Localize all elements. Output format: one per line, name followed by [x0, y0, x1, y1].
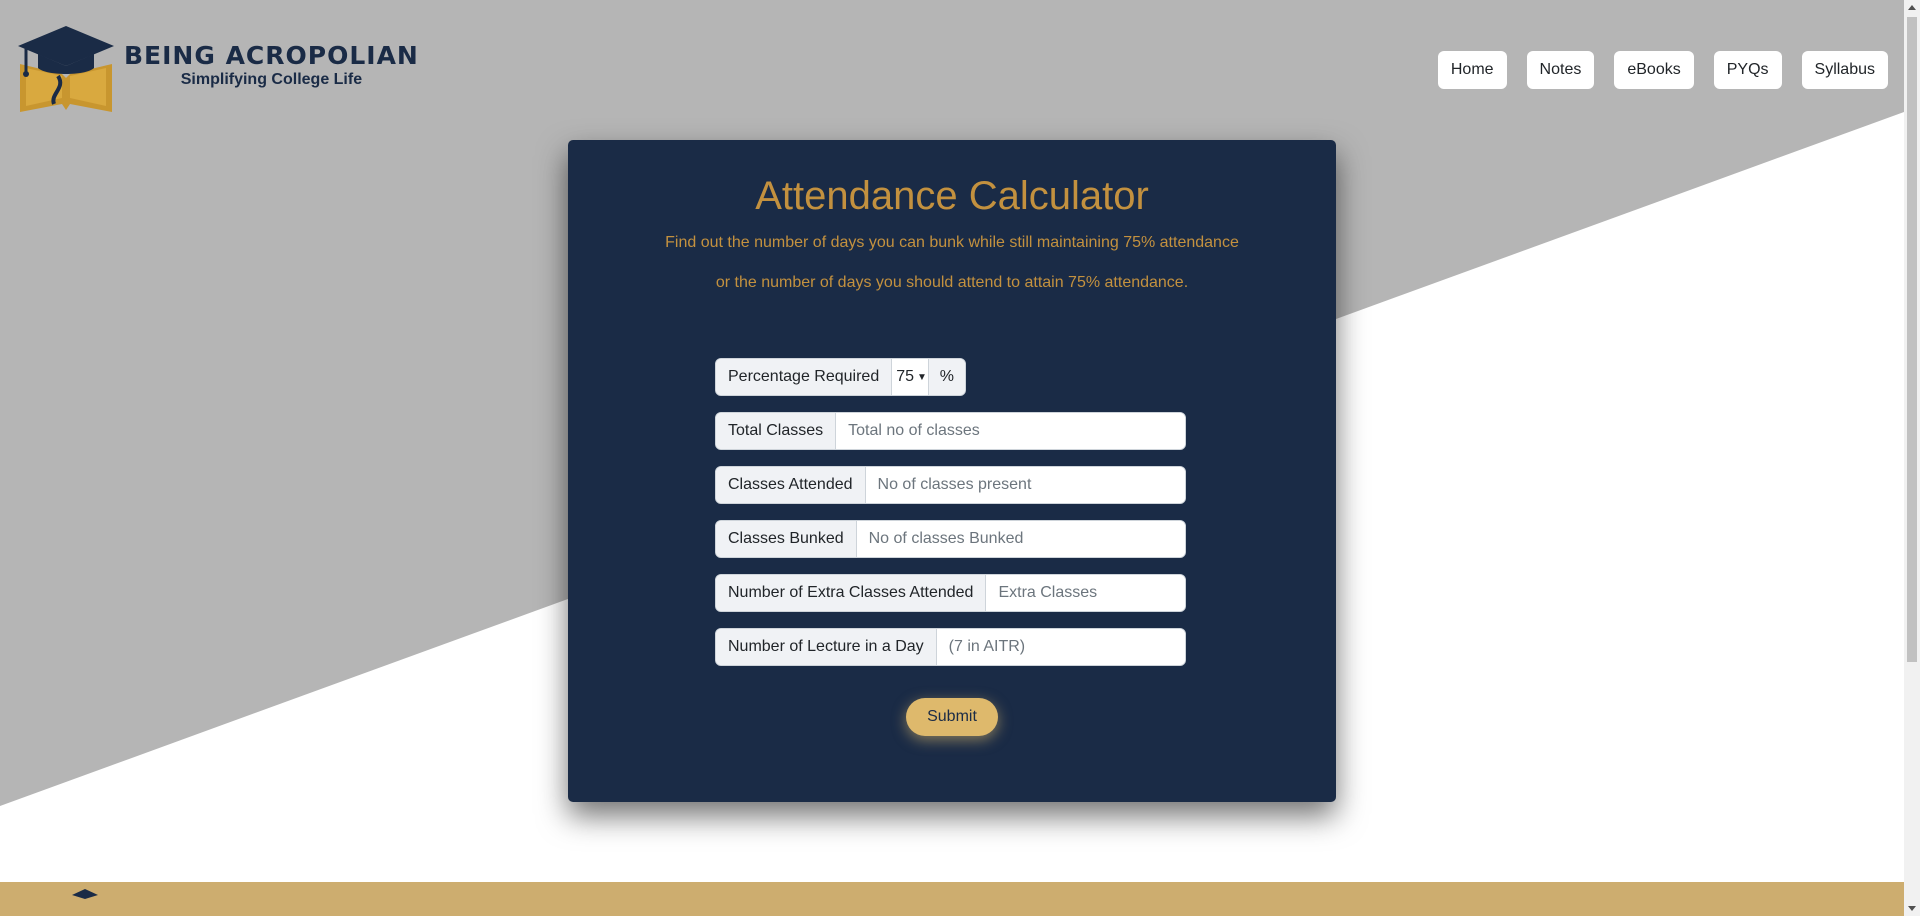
- footer-logo-icon: [72, 889, 98, 899]
- classes-bunked-input[interactable]: [856, 521, 1185, 557]
- calculator-title: Attendance Calculator: [755, 174, 1149, 218]
- chevron-down-icon: ▼: [917, 371, 927, 383]
- footer: [0, 882, 1904, 916]
- classes-attended-input[interactable]: [865, 467, 1185, 503]
- classes-attended-label: Classes Attended: [716, 467, 866, 503]
- nav-pyqs-button[interactable]: PYQs: [1713, 51, 1782, 89]
- submit-button[interactable]: Submit: [906, 698, 998, 736]
- attendance-calculator-card: Attendance Calculator Find out the numbe…: [568, 140, 1336, 802]
- classes-bunked-group: Classes Bunked: [715, 520, 1186, 558]
- nav-syllabus-button[interactable]: Syllabus: [1801, 51, 1888, 89]
- scroll-up-arrow-icon[interactable]: [1908, 5, 1916, 10]
- lectures-per-day-label: Number of Lecture in a Day: [716, 629, 937, 665]
- percentage-select[interactable]: 75 ▼: [892, 359, 929, 395]
- lectures-per-day-group: Number of Lecture in a Day: [715, 628, 1186, 666]
- lectures-per-day-input[interactable]: [936, 629, 1185, 665]
- classes-bunked-label: Classes Bunked: [716, 521, 857, 557]
- classes-attended-group: Classes Attended: [715, 466, 1186, 504]
- brand-logo[interactable]: BEING ACROPOLIAN Simplifying College Lif…: [16, 24, 419, 116]
- graduation-cap-book-icon: [18, 26, 114, 112]
- extra-classes-group: Number of Extra Classes Attended: [715, 574, 1186, 612]
- extra-classes-label: Number of Extra Classes Attended: [716, 575, 987, 611]
- percentage-required-group: Percentage Required 75 ▼ %: [715, 358, 966, 396]
- percentage-required-label: Percentage Required: [716, 359, 893, 395]
- scroll-down-arrow-icon[interactable]: [1908, 906, 1916, 911]
- total-classes-label: Total Classes: [716, 413, 837, 449]
- nav-home-button[interactable]: Home: [1437, 51, 1507, 89]
- scrollbar-thumb[interactable]: [1907, 17, 1917, 662]
- nav-notes-button[interactable]: Notes: [1526, 51, 1595, 89]
- nav-ebooks-button[interactable]: eBooks: [1614, 51, 1694, 89]
- total-classes-group: Total Classes: [715, 412, 1186, 450]
- extra-classes-input[interactable]: [986, 575, 1185, 611]
- brand-title: BEING ACROPOLIAN: [124, 41, 419, 70]
- percentage-select-value: 75: [896, 368, 915, 385]
- total-classes-input[interactable]: [836, 413, 1185, 449]
- page-scrollbar[interactable]: [1904, 0, 1920, 916]
- page: BEING ACROPOLIAN Simplifying College Lif…: [0, 0, 1904, 916]
- top-nav: Home Notes eBooks PYQs Syllabus: [1437, 51, 1888, 89]
- percent-suffix: %: [928, 359, 965, 395]
- calculator-subtitle-line2: or the number of days you should attend …: [715, 274, 1189, 291]
- brand-subtitle: Simplifying College Life: [180, 71, 363, 88]
- calculator-subtitle-line1: Find out the number of days you can bunk…: [665, 234, 1239, 251]
